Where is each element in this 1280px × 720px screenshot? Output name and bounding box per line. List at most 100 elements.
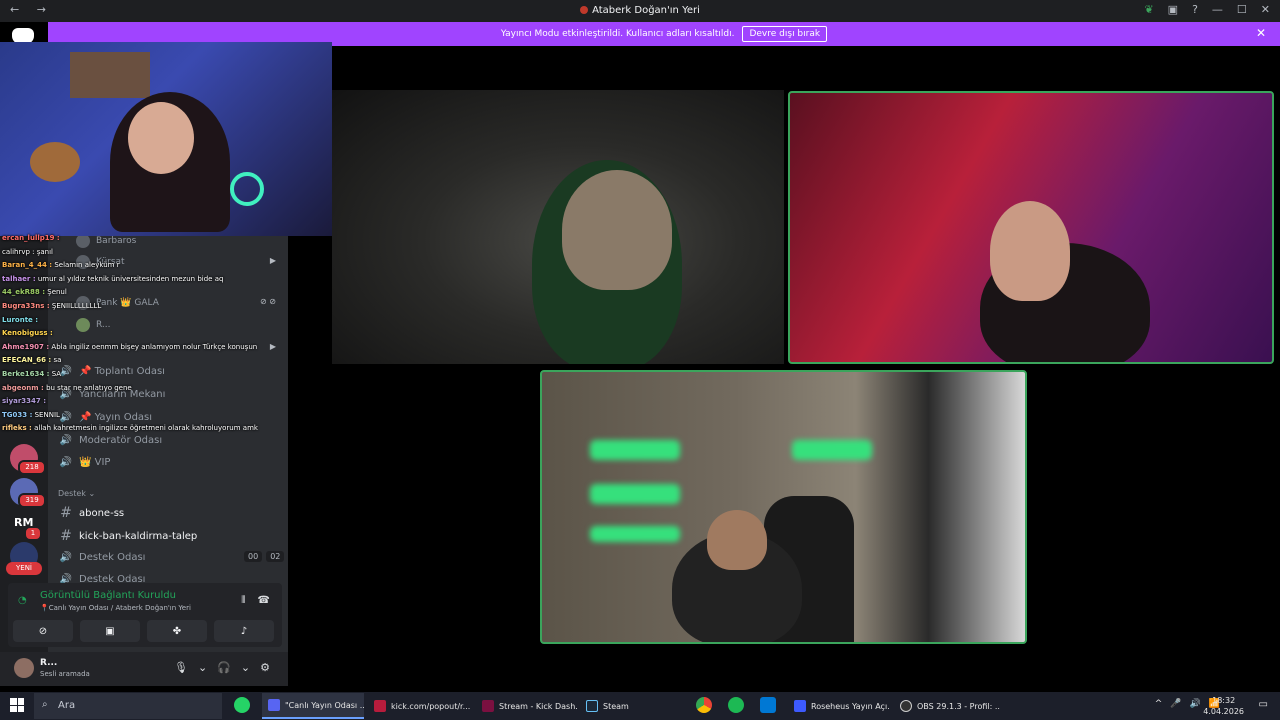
banner-close-icon[interactable]: ✕ <box>1256 26 1266 40</box>
chat-message: Berke1634 : SA <box>2 370 61 378</box>
browser-icon <box>374 700 386 712</box>
disable-streamer-mode-button[interactable]: Devre dışı bırak <box>742 26 828 42</box>
text-channel-kick-ban[interactable]: # kick-ban-kaldirma-talep <box>58 528 197 544</box>
taskbar-app-roseheus[interactable]: Roseheus Yayın Açı... <box>788 693 890 719</box>
clock-time: 18:32 <box>1212 696 1236 705</box>
headphones-icon[interactable]: 🎧 <box>217 661 231 674</box>
taskbar-search[interactable]: ⌕ Ara <box>34 693 222 719</box>
server-badge: 319 <box>18 493 46 508</box>
leaf-icon[interactable]: ❦ <box>1144 3 1153 16</box>
help-icon[interactable]: ? <box>1192 3 1198 16</box>
green-light <box>590 440 680 460</box>
chat-message: Luronte : <box>2 316 38 324</box>
category-label: Destek <box>58 489 86 498</box>
window-controls: ❦ ▣ ? — ☐ ✕ <box>1144 3 1270 16</box>
chat-text: Şenul <box>47 288 67 297</box>
streamer-face <box>128 102 194 174</box>
voice-panel-actions: ⦀ ☎ <box>241 595 270 606</box>
windows-start-icon[interactable] <box>10 698 24 712</box>
app-label: Roseheus Yayın Açı... <box>811 701 890 711</box>
obs-icon <box>900 700 912 712</box>
chat-username: 44_ekR88 : <box>2 288 46 297</box>
screen-share-icon: ▣ <box>105 625 115 637</box>
chat-username: TG033 : <box>2 410 33 419</box>
inbox-icon[interactable]: ▣ <box>1168 3 1178 16</box>
search-placeholder: Ara <box>58 700 76 711</box>
chat-message: talhaer : umur al yıldız teknik üniversi… <box>2 275 223 283</box>
soundboard-button[interactable]: ♪ <box>214 620 274 642</box>
camera-off-icon: ⊘ <box>38 625 48 637</box>
chat-username: siyar3347 : <box>2 397 47 406</box>
user-limit: 02 <box>266 551 285 562</box>
steam-icon <box>586 700 598 712</box>
whatsapp-icon[interactable] <box>234 697 250 713</box>
close-window-button[interactable]: ✕ <box>1261 3 1270 16</box>
channel-label: Destek Odası <box>79 552 146 563</box>
signal-icon: ◔ <box>18 595 27 606</box>
hash-icon: # <box>60 505 72 521</box>
avatar[interactable] <box>14 658 34 678</box>
store-icon[interactable] <box>760 697 776 713</box>
channel-label: 👑 VIP <box>79 457 111 468</box>
text-channel-abone-ss[interactable]: # abone-ss <box>58 505 124 521</box>
spotify-icon[interactable] <box>728 697 744 713</box>
taskbar-app-kick-dashboard[interactable]: Stream - Kick Dash... <box>476 693 578 719</box>
voice-channel-vip[interactable]: 🔊 👑 VIP <box>58 457 111 468</box>
wall-poster <box>70 52 150 98</box>
gear-icon[interactable]: ⚙ <box>260 661 270 674</box>
voice-channel-destek-1[interactable]: 🔊 Destek Odası <box>58 552 146 563</box>
burger-plush <box>30 142 80 182</box>
activities-button[interactable]: ✤ <box>147 620 207 642</box>
server-badge: 218 <box>18 460 46 475</box>
green-light <box>792 440 872 460</box>
category-destek[interactable]: Destek ⌄ <box>58 489 95 498</box>
video-tile-1[interactable] <box>332 90 784 364</box>
chat-message: Bugra33ns : ŞENIILLLLLLLL <box>2 302 101 310</box>
chevron-down-icon[interactable]: ⌄ <box>198 661 207 674</box>
taskbar-clock[interactable]: 18:32 4.04.2026 <box>1203 695 1244 717</box>
chat-text: SA <box>51 370 62 378</box>
disconnect-icon[interactable]: ☎ <box>258 595 270 606</box>
camera-toggle-button[interactable]: ⊘ <box>13 620 73 642</box>
voice-user-count: 00 02 <box>244 551 285 562</box>
video-tile-3[interactable] <box>540 370 1027 644</box>
chat-text: Selamın aleyküm r <box>54 261 120 270</box>
speaker-icon: 🔊 <box>59 457 73 468</box>
noise-suppression-icon[interactable]: ⦀ <box>241 595 245 606</box>
notification-icon[interactable]: ▭ <box>1259 699 1268 710</box>
taskbar-app-steam[interactable]: Steam <box>580 693 682 719</box>
chrome-icon[interactable] <box>696 697 712 713</box>
chat-username: Kenobiguss : <box>2 329 53 338</box>
app-label: OBS 29.1.3 - Profil: ... <box>917 701 1000 711</box>
app-label: Steam <box>603 701 629 711</box>
chat-username: Berke1634 : <box>2 370 50 378</box>
maximize-button[interactable]: ☐ <box>1237 3 1247 16</box>
microphone-icon[interactable]: 🎙 <box>174 661 188 674</box>
video-tile-2[interactable] <box>788 91 1274 364</box>
minimize-button[interactable]: — <box>1212 3 1223 16</box>
webcam-overlay <box>0 42 332 236</box>
chat-username: ercan_lullp19 : <box>2 234 60 242</box>
chat-message: Baran_4_44 : Selamın aleyküm r <box>2 261 120 269</box>
screen-share-button[interactable]: ▣ <box>80 620 140 642</box>
chat-text: Abla ingiliz oenmm bişey anlamıyom nolur… <box>51 342 258 351</box>
hash-icon: # <box>60 528 72 544</box>
chevron-down-icon[interactable]: ⌄ <box>241 661 250 674</box>
tray-overflow-icon[interactable]: ^ <box>1155 699 1163 709</box>
speaker-icon: 🔊 <box>59 552 73 563</box>
app-label: Stream - Kick Dash... <box>499 701 578 711</box>
chat-username: Bugra33ns : <box>2 302 50 310</box>
chat-username: EFECAN_66 : <box>2 356 52 365</box>
taskbar-app-obs[interactable]: OBS 29.1.3 - Profil: ... <box>894 693 1000 719</box>
green-light <box>590 526 680 542</box>
taskbar-app-kick-popout[interactable]: kick.com/popout/r... <box>368 693 474 719</box>
voice-status[interactable]: Görüntülü Bağlantı Kuruldu <box>40 590 176 601</box>
microphone-icon[interactable]: 🎤 <box>1170 699 1181 709</box>
chat-message: Kenobiguss : <box>2 329 53 337</box>
chat-text: SENNIL <box>34 410 60 419</box>
taskbar-app-discord[interactable]: "Canlı Yayın Odası ... <box>262 693 364 719</box>
user-panel: R... Sesli aramada 🎙 ⌄ 🎧 ⌄ ⚙ <box>0 652 288 686</box>
volume-icon[interactable]: 🔊 <box>1190 699 1201 709</box>
chat-username: rifleks : <box>2 424 32 433</box>
search-icon: ⌕ <box>42 699 48 710</box>
